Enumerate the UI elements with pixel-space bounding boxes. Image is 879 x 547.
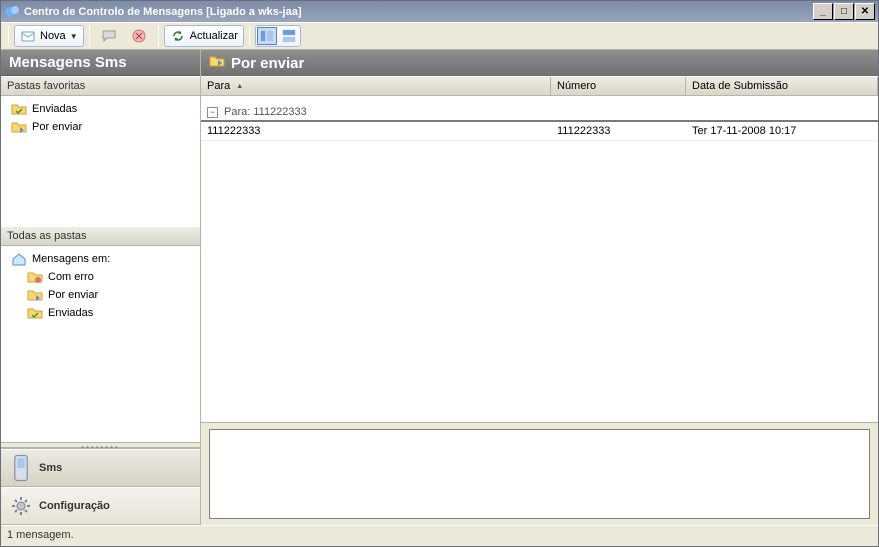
- outbox-icon: [209, 53, 225, 73]
- group-label: Para: 111222333: [224, 106, 307, 118]
- folder-label: Com erro: [48, 269, 94, 285]
- view-side-by-side[interactable]: [257, 27, 277, 45]
- all-folders-tree: Mensagens em: Com erro Por enviar Enviad…: [1, 246, 200, 442]
- col-header-data[interactable]: Data de Submissão: [686, 77, 878, 95]
- minimize-button[interactable]: _: [813, 3, 833, 20]
- toolbar-grip: [8, 26, 9, 46]
- column-headers: Para ▲ Número Data de Submissão: [201, 76, 878, 96]
- folder-icon: [11, 119, 27, 135]
- app-icon: [4, 4, 20, 20]
- chat-icon-button[interactable]: [95, 25, 123, 47]
- sidebar-item-por-enviar[interactable]: Por enviar: [3, 118, 198, 136]
- folder-icon: [27, 287, 43, 303]
- actualizar-label: Actualizar: [190, 30, 238, 42]
- titlebar: Centro de Controlo de Mensagens [Ligado …: [1, 1, 878, 22]
- favorites-tree: Enviadas Por enviar: [1, 96, 200, 226]
- main-title-text: Por enviar: [231, 55, 304, 72]
- col-header-para[interactable]: Para ▲: [201, 77, 551, 95]
- folder-enviadas[interactable]: Enviadas: [3, 304, 198, 322]
- sidebar-item-label: Enviadas: [32, 101, 77, 117]
- collapse-icon[interactable]: −: [207, 107, 218, 118]
- folder-icon: [11, 101, 27, 117]
- window-buttons: _ □ ✕: [812, 3, 875, 20]
- main-title: Por enviar: [201, 50, 878, 76]
- gear-icon: [11, 494, 31, 518]
- window-title: Centro de Controlo de Mensagens [Ligado …: [24, 6, 812, 18]
- actualizar-button[interactable]: Actualizar: [164, 25, 244, 47]
- sort-asc-icon: ▲: [236, 83, 243, 90]
- status-bar: 1 mensagem.: [1, 525, 878, 546]
- message-list: − Para: 111222333 111222333 111222333 Te…: [201, 96, 878, 423]
- toolbar: Nova ▼ Actualizar: [1, 22, 878, 50]
- nova-label: Nova: [40, 30, 66, 42]
- main-split: Mensagens Sms Pastas favoritas Enviadas …: [1, 50, 878, 525]
- sidebar-item-label: Por enviar: [32, 119, 82, 135]
- col-label: Data de Submissão: [692, 80, 788, 92]
- toolbar-separator: [89, 26, 90, 46]
- group-row[interactable]: − Para: 111222333: [201, 102, 878, 122]
- folder-por-enviar[interactable]: Por enviar: [3, 286, 198, 304]
- refresh-icon: [170, 28, 186, 44]
- status-text: 1 mensagem.: [7, 529, 74, 541]
- main-area: Por enviar Para ▲ Número Data de Submiss…: [201, 50, 878, 525]
- col-label: Número: [557, 80, 596, 92]
- folder-root-label: Mensagens em:: [32, 251, 110, 267]
- message-row[interactable]: 111222333 111222333 Ter 17-11-2008 10:17: [201, 122, 878, 141]
- nav-sms[interactable]: Sms: [1, 449, 200, 487]
- toolbar-separator: [249, 26, 250, 46]
- favorites-header[interactable]: Pastas favoritas: [1, 76, 200, 96]
- toolbar-separator: [158, 26, 159, 46]
- phone-icon: [11, 456, 31, 480]
- preview-pane: [209, 429, 870, 519]
- nav-config-label: Configuração: [39, 500, 110, 512]
- chat-icon: [101, 28, 117, 44]
- cell-data: Ter 17-11-2008 10:17: [686, 125, 878, 137]
- nav-config[interactable]: Configuração: [1, 487, 200, 525]
- cancel-icon-button[interactable]: [125, 25, 153, 47]
- view-stacked[interactable]: [279, 27, 299, 45]
- folder-icon: [27, 305, 43, 321]
- cell-para: 111222333: [201, 125, 551, 137]
- chevron-down-icon: ▼: [70, 32, 78, 41]
- folder-com-erro[interactable]: Com erro: [3, 268, 198, 286]
- bottom-nav: Sms Configuração: [1, 448, 200, 525]
- close-button[interactable]: ✕: [855, 3, 875, 20]
- all-folders-header[interactable]: Todas as pastas: [1, 226, 200, 246]
- maximize-button[interactable]: □: [834, 3, 854, 20]
- col-header-numero[interactable]: Número: [551, 77, 686, 95]
- sidebar-item-enviadas[interactable]: Enviadas: [3, 100, 198, 118]
- cell-numero: 111222333: [551, 125, 686, 137]
- home-icon: [11, 251, 27, 267]
- view-toggle: [255, 25, 301, 47]
- folder-label: Por enviar: [48, 287, 98, 303]
- nova-button[interactable]: Nova ▼: [14, 25, 84, 47]
- nav-sms-label: Sms: [39, 462, 62, 474]
- folder-root[interactable]: Mensagens em:: [3, 250, 198, 268]
- sidebar: Mensagens Sms Pastas favoritas Enviadas …: [1, 50, 201, 525]
- col-label: Para: [207, 80, 230, 92]
- sidebar-title: Mensagens Sms: [1, 50, 200, 76]
- folder-label: Enviadas: [48, 305, 93, 321]
- cancel-icon: [131, 28, 147, 44]
- new-message-icon: [20, 28, 36, 44]
- folder-icon: [27, 269, 43, 285]
